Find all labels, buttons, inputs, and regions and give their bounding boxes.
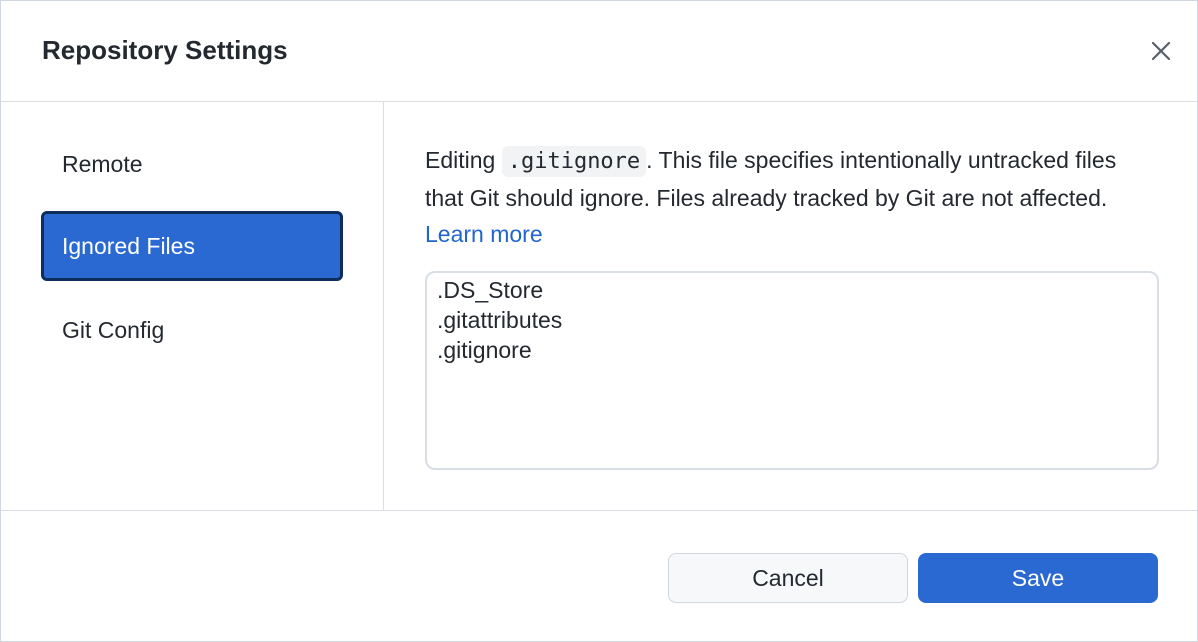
dialog-header: Repository Settings xyxy=(1,1,1197,102)
dialog-title: Repository Settings xyxy=(42,35,288,65)
cancel-button[interactable]: Cancel xyxy=(668,553,908,603)
close-icon xyxy=(1151,41,1171,61)
close-button[interactable] xyxy=(1147,37,1175,65)
editor-line: .gitattributes xyxy=(437,307,563,333)
sidebar-item-git-config[interactable]: Git Config xyxy=(41,295,343,365)
repository-settings-dialog: Repository Settings Remote Ignored Files… xyxy=(0,0,1198,642)
sidebar-item-remote[interactable]: Remote xyxy=(41,129,343,199)
gitignore-description: Editing .gitignore. This file specifies … xyxy=(425,142,1159,252)
editor-line: .DS_Store xyxy=(437,277,544,303)
save-button[interactable]: Save xyxy=(918,553,1158,603)
learn-more-link[interactable]: Learn more xyxy=(425,221,543,247)
sidebar-item-ignored-files[interactable]: Ignored Files xyxy=(41,211,343,281)
description-prefix: Editing xyxy=(425,147,502,173)
editor-line: .gitignore xyxy=(437,337,532,363)
filename-code: .gitignore xyxy=(501,146,647,177)
gitignore-editor[interactable]: .DS_Store .gitattributes .gitignore xyxy=(425,271,1159,470)
dialog-footer: Cancel Save xyxy=(1,510,1197,642)
settings-sidebar: Remote Ignored Files Git Config xyxy=(1,102,384,510)
